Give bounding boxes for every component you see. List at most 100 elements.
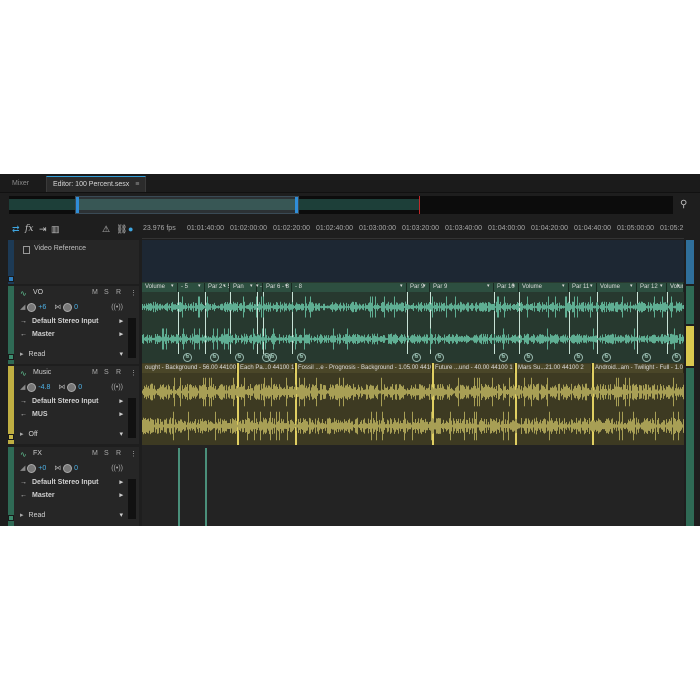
- fx-badge-icon[interactable]: fx: [642, 353, 651, 362]
- pan-value[interactable]: 0: [74, 304, 78, 311]
- clip-dropdown-icon[interactable]: ▾: [630, 283, 633, 289]
- pan-knob[interactable]: [63, 463, 73, 473]
- output-select[interactable]: Master: [32, 331, 55, 338]
- chevron-right-icon[interactable]: ▸: [119, 409, 123, 420]
- eq-bars-icon[interactable]: ▥: [51, 224, 60, 235]
- output-select[interactable]: MUS: [32, 411, 48, 418]
- stereo-icon[interactable]: ((•)): [111, 382, 123, 393]
- music-automation-row[interactable]: ▸ Off ▾: [20, 429, 135, 440]
- vo-output-row[interactable]: ← Master ▸: [20, 329, 135, 340]
- volume-value[interactable]: +6: [38, 304, 46, 311]
- clip-title[interactable]: Mars Su...21.00 44100 2: [515, 364, 592, 373]
- fx-clip[interactable]: [178, 448, 180, 526]
- swap-arrows-icon[interactable]: ⇄: [12, 224, 20, 235]
- mute-button[interactable]: M: [92, 369, 98, 376]
- clip-dropdown-icon[interactable]: ▾: [250, 283, 253, 289]
- music-output-row[interactable]: ← MUS ▸: [20, 409, 135, 420]
- vo-color-swatch[interactable]: [8, 354, 14, 360]
- viewport-right-handle[interactable]: [295, 197, 298, 213]
- scroll-strip-fx[interactable]: [686, 368, 694, 526]
- monitor-icon[interactable]: ●: [128, 224, 133, 234]
- track-name-vo[interactable]: VO: [33, 289, 43, 296]
- pan-value[interactable]: 0: [74, 465, 78, 472]
- zoom-icon[interactable]: ⚲: [680, 199, 687, 210]
- record-arm-button[interactable]: R: [116, 450, 121, 457]
- record-arm-button[interactable]: R: [116, 289, 121, 296]
- chevron-right-icon[interactable]: ▸: [119, 329, 123, 340]
- clip-dropdown-icon[interactable]: ▾: [223, 283, 226, 289]
- clip-dropdown-icon[interactable]: ▾: [171, 283, 174, 289]
- tab-mixer[interactable]: Mixer: [6, 176, 35, 191]
- clip-dropdown-icon[interactable]: ▾: [423, 283, 426, 289]
- clip-title[interactable]: - 8: [292, 283, 407, 292]
- chevron-down-icon[interactable]: ▾: [119, 510, 123, 521]
- chevron-down-icon[interactable]: ▾: [119, 349, 123, 360]
- tab-editor[interactable]: Editor: 100 Percent.sesx ≡: [46, 176, 147, 192]
- session-overview[interactable]: [9, 196, 673, 214]
- scroll-strip-vo[interactable]: [686, 286, 694, 324]
- clip-dropdown-icon[interactable]: ▾: [660, 283, 663, 289]
- solo-button[interactable]: S: [104, 369, 109, 376]
- pan-value[interactable]: 0: [78, 384, 82, 391]
- scroll-strip-music[interactable]: [686, 326, 694, 366]
- video-color-swatch[interactable]: [8, 276, 14, 282]
- metronome-icon[interactable]: ⚠: [102, 224, 110, 235]
- clip-dropdown-icon[interactable]: ▾: [256, 283, 259, 289]
- mute-button[interactable]: M: [92, 289, 98, 296]
- record-arm-button[interactable]: R: [116, 369, 121, 376]
- input-select[interactable]: Default Stereo Input: [32, 479, 99, 486]
- scroll-strip-video[interactable]: [686, 240, 694, 284]
- expand-arrow-icon[interactable]: ▸: [20, 431, 24, 438]
- timeline-ruler[interactable]: 23.976 fps 01:01:40:00 01:02:00:00 01:02…: [142, 222, 684, 239]
- clip-title[interactable]: Par 2 - 5: [205, 283, 230, 292]
- volume-value[interactable]: -4.8: [38, 384, 50, 391]
- music-input-row[interactable]: →Default Stereo Input▸ ø: [20, 396, 135, 407]
- chevron-right-icon[interactable]: ▸: [119, 396, 123, 407]
- track-lane-vo[interactable]: Volume▾- 5▾fxPar 2 - 5▾fxPan▾fx- 5▾fxPar…: [142, 282, 684, 364]
- track-name-fx[interactable]: FX: [33, 450, 42, 457]
- automation-mode[interactable]: Read: [29, 512, 46, 519]
- clip-title[interactable]: Future ...und - 40.00 44100 1: [432, 364, 515, 373]
- track-menu-icon[interactable]: ⋮: [130, 450, 137, 458]
- clip-dropdown-icon[interactable]: ▾: [400, 283, 403, 289]
- fx-color-swatch[interactable]: [8, 515, 14, 521]
- overview-viewport[interactable]: [75, 196, 299, 214]
- input-select[interactable]: Default Stereo Input: [32, 318, 99, 325]
- clip-title[interactable]: Fossil ...e - Prognosis - Background - 1…: [295, 364, 432, 373]
- fx-automation-row[interactable]: ▸ Read ▾: [20, 510, 135, 521]
- clip-dropdown-icon[interactable]: ▾: [285, 283, 288, 289]
- clip-dropdown-icon[interactable]: ▾: [562, 283, 565, 289]
- chevron-down-icon[interactable]: ▾: [119, 429, 123, 440]
- track-lane-fx[interactable]: [142, 445, 684, 526]
- clip-title[interactable]: Android...am - Twilight - Full - 1.00.00…: [592, 364, 684, 373]
- solo-button[interactable]: S: [104, 450, 109, 457]
- stereo-icon[interactable]: ((•)): [111, 302, 123, 313]
- fx-badge-icon[interactable]: fx: [435, 353, 444, 362]
- clip-title[interactable]: Par 9: [407, 283, 430, 292]
- clip-dropdown-icon[interactable]: ▾: [487, 283, 490, 289]
- fx-badge-icon[interactable]: fx: [574, 353, 583, 362]
- clip-dropdown-icon[interactable]: ▾: [590, 283, 593, 289]
- automation-mode[interactable]: Off: [29, 431, 38, 438]
- track-lane-music[interactable]: ought - Background - 56.00 44100 1 Each P…: [142, 363, 684, 445]
- fx-icon[interactable]: fx: [25, 224, 33, 234]
- fx-badge-icon[interactable]: fx: [268, 353, 277, 362]
- track-name-music[interactable]: Music: [33, 369, 51, 376]
- fx-badge-icon[interactable]: fx: [499, 353, 508, 362]
- stereo-icon[interactable]: ((•)): [111, 463, 123, 474]
- fx-output-row[interactable]: ← Master ▸: [20, 490, 135, 501]
- music-color-swatch[interactable]: [8, 434, 14, 440]
- input-select[interactable]: Default Stereo Input: [32, 398, 99, 405]
- clip-dropdown-icon[interactable]: ▾: [512, 283, 515, 289]
- volume-value[interactable]: +0: [38, 465, 46, 472]
- pan-knob[interactable]: [67, 382, 77, 392]
- clip-dropdown-icon[interactable]: ▾: [198, 283, 201, 289]
- automation-mode[interactable]: Read: [29, 351, 46, 358]
- lock-icon[interactable]: ⛓: [116, 224, 127, 235]
- fx-input-row[interactable]: →Default Stereo Input▸ ø: [20, 477, 135, 488]
- fx-badge-icon[interactable]: fx: [524, 353, 533, 362]
- fx-badge-icon[interactable]: fx: [183, 353, 192, 362]
- clip-title[interactable]: Each Pa...0 44100 1: [237, 364, 295, 373]
- fx-clip[interactable]: [205, 448, 207, 526]
- viewport-left-handle[interactable]: [76, 197, 79, 213]
